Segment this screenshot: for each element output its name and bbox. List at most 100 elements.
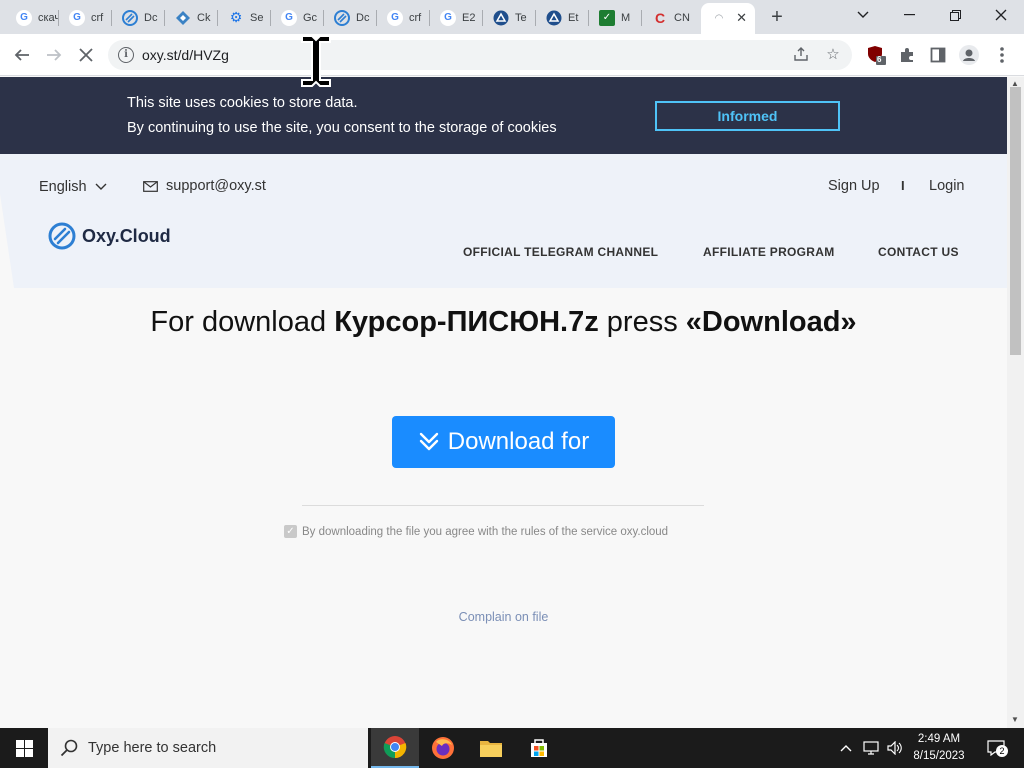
page-scrollbar[interactable]: ▲ ▼ [1007, 77, 1024, 728]
windows-start-icon[interactable] [0, 728, 48, 768]
login-link[interactable]: Login [929, 178, 964, 194]
browser-tab[interactable]: G crf [377, 5, 430, 30]
clock-time: 2:49 AM [917, 733, 961, 745]
check-icon: ✓ [599, 9, 615, 26]
tab-title: Gc [303, 11, 318, 24]
oxy-cloud-icon [122, 9, 138, 26]
network-icon[interactable] [860, 728, 882, 768]
title-middle: press [598, 306, 686, 338]
cookie-accept-button[interactable]: Informed [655, 101, 840, 131]
tab-title: M [621, 11, 631, 24]
tab-title: Se [250, 11, 264, 24]
tab-strip: G скачать G crf Dc Ck ⚙ Se G Gc Dc [0, 0, 1024, 34]
restore-icon[interactable] [932, 0, 978, 30]
browser-tab[interactable]: Dc [324, 5, 377, 30]
header-background-shape [0, 154, 1007, 288]
support-email: support@oxy.st [166, 178, 266, 194]
minimize-icon[interactable] [886, 0, 932, 30]
terms-agreement: ✓ By downloading the file you agree with… [284, 525, 668, 538]
close-tab-icon[interactable]: ✕ [736, 10, 747, 26]
notification-badge: 2 [996, 745, 1008, 757]
clock-date: 8/15/2023 [913, 750, 965, 762]
diamond-icon [175, 10, 191, 26]
browser-tab[interactable]: Te [483, 5, 536, 30]
tab-title: CN [674, 11, 690, 24]
chrome-taskbar-icon[interactable] [371, 728, 419, 768]
firefox-taskbar-icon[interactable] [419, 728, 467, 768]
nav-telegram-channel[interactable]: OFFICIAL TELEGRAM CHANNEL [463, 245, 658, 259]
tab-title: Dc [144, 11, 158, 24]
scrollbar-thumb[interactable] [1010, 87, 1021, 355]
address-url[interactable]: oxy.st/d/HVZg [142, 47, 229, 63]
nav-contact-us[interactable]: CONTACT US [878, 245, 959, 259]
double-chevron-down-icon [419, 432, 438, 451]
share-icon[interactable] [792, 46, 810, 64]
site-logo[interactable]: Oxy.Cloud [48, 222, 171, 250]
complain-link[interactable]: Complain on file [0, 610, 1007, 624]
stop-loading-icon[interactable] [74, 43, 98, 67]
file-name: Курсор-ПИСЮН.7z [334, 306, 599, 338]
support-email-link[interactable]: support@oxy.st [143, 178, 266, 194]
oxy-cloud-icon [334, 9, 350, 26]
tray-chevron-up-icon[interactable] [836, 728, 856, 768]
tab-search-icon[interactable] [840, 0, 886, 30]
tab-title: Te [515, 11, 527, 24]
google-icon: G [69, 9, 85, 26]
sign-up-link[interactable]: Sign Up [828, 178, 880, 194]
browser-tab[interactable]: G crf [59, 5, 112, 30]
browser-tab[interactable]: G скачать [6, 5, 59, 30]
side-panel-icon[interactable] [928, 45, 948, 65]
google-icon: G [281, 9, 297, 26]
browser-tab[interactable]: ✓ M [589, 5, 642, 30]
google-icon: G [387, 9, 403, 26]
terms-checkbox[interactable]: ✓ [284, 525, 297, 538]
cookie-banner: This site uses cookies to store data. By… [0, 77, 1007, 154]
taskbar-clock[interactable]: 2:49 AM 8/15/2023 [906, 731, 972, 765]
divider [302, 505, 704, 506]
kebab-menu-icon[interactable] [992, 45, 1012, 65]
tab-title: скачать [38, 11, 59, 24]
gear-icon: ⚙ [229, 9, 243, 25]
loading-icon: ◠ [715, 13, 723, 24]
c-icon: C [654, 9, 666, 26]
browser-tab[interactable]: G E2 [430, 5, 483, 30]
download-button[interactable]: Download for [392, 416, 615, 468]
file-explorer-taskbar-icon[interactable] [467, 728, 515, 768]
browser-tab[interactable]: Et [536, 5, 589, 30]
profile-avatar-icon[interactable] [959, 45, 979, 65]
ublock-extension-icon[interactable]: 6 [866, 45, 886, 65]
browser-tab[interactable]: Dc [112, 5, 165, 30]
auth-separator: I [901, 178, 905, 193]
language-selector[interactable]: English [39, 179, 107, 195]
puzzle-extensions-icon[interactable] [897, 45, 917, 65]
terms-text: By downloading the file you agree with t… [302, 525, 669, 538]
browser-tab-active[interactable]: ◠ ✕ [701, 3, 755, 34]
site-info-icon[interactable]: i [118, 47, 134, 63]
windows-taskbar: Type here to search 2:49 AM 8/15/2023 2 [0, 728, 1024, 768]
bookmark-star-icon[interactable]: ☆ [824, 46, 842, 64]
tab-title: crf [91, 11, 104, 24]
nav-affiliate-program[interactable]: AFFILIATE PROGRAM [703, 245, 835, 259]
new-tab-button[interactable]: + [766, 6, 788, 28]
scroll-down-icon[interactable]: ▼ [1011, 715, 1019, 724]
triangle-icon [493, 10, 509, 26]
browser-tab[interactable]: Ck [165, 5, 218, 30]
text-cursor-icon [301, 35, 331, 87]
download-button-label: Download for [447, 428, 590, 455]
envelope-icon [143, 180, 158, 192]
tab-title: Et [568, 11, 579, 24]
tab-title: crf [409, 11, 422, 24]
browser-tab[interactable]: G Gc [271, 5, 324, 30]
taskbar-search-box[interactable]: Type here to search [48, 728, 368, 768]
close-window-icon[interactable] [978, 0, 1024, 30]
browser-tab[interactable]: ⚙ Se [218, 5, 271, 30]
forward-arrow-icon[interactable] [42, 43, 66, 67]
volume-icon[interactable] [884, 728, 906, 768]
microsoft-store-taskbar-icon[interactable] [515, 728, 563, 768]
address-bar[interactable]: i oxy.st/d/HVZg ☆ [108, 40, 852, 70]
browser-tab[interactable]: C CN [642, 5, 697, 30]
tab-title: E2 [462, 11, 476, 24]
back-arrow-icon[interactable] [10, 43, 34, 67]
notification-center-icon[interactable]: 2 [982, 728, 1010, 768]
site-header: English support@oxy.st Sign Up I Login O… [0, 154, 1007, 288]
